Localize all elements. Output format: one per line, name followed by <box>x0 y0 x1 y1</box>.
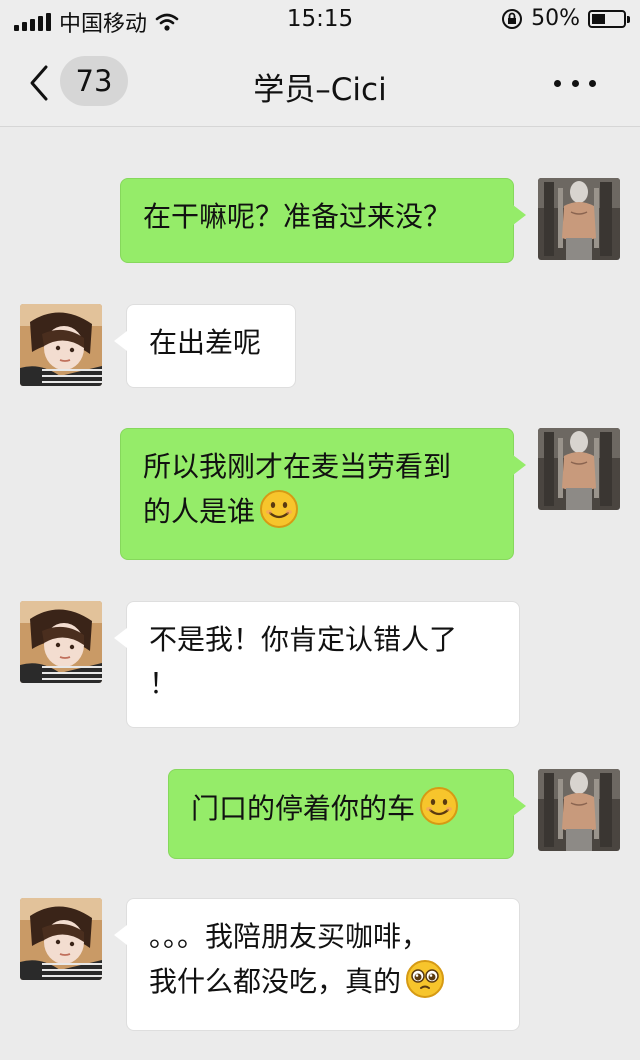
avatar-self[interactable] <box>538 428 620 510</box>
more-options-button[interactable] <box>554 68 596 98</box>
smile-emoji-icon <box>259 489 299 529</box>
message-bubble[interactable]: 门口的停着你的车 <box>168 769 526 859</box>
smile-emoji-icon <box>419 786 459 826</box>
status-right: 50% <box>501 6 630 31</box>
message-text: 门口的停着你的车 <box>191 792 416 825</box>
avatar-image <box>538 178 620 260</box>
message-bubble[interactable]: 在出差呢 <box>114 304 296 388</box>
message-text: 在干嘛呢？准备过来没？ <box>143 200 452 233</box>
message-bubble[interactable]: 。。。我陪朋友买咖啡， 我什么都没吃，真的 <box>114 898 520 1031</box>
message-list[interactable]: 在干嘛呢？准备过来没？ 在出差呢 所以我刚才在麦当劳看到 的人是谁 不是我！你肯… <box>0 127 640 1060</box>
avatar-image <box>538 769 620 851</box>
avatar-image <box>538 428 620 510</box>
message-text-line: ！ <box>149 667 178 700</box>
more-dot-icon <box>554 79 561 87</box>
avatar-image <box>20 601 102 683</box>
message-text: 的人是谁 <box>143 495 256 528</box>
unread-count-badge[interactable]: 73 <box>60 56 128 106</box>
avatar-contact[interactable] <box>20 304 102 386</box>
chat-header: 73 学员–Cici <box>0 40 640 127</box>
battery-percent: 50% <box>531 6 580 31</box>
status-bar: 中国移动 15:15 50% <box>0 0 640 40</box>
back-button[interactable] <box>28 63 58 103</box>
battery-fill <box>592 13 605 24</box>
more-dot-icon <box>571 79 579 87</box>
message-text-line: 的人是谁 <box>143 489 491 534</box>
message-bubble[interactable]: 所以我刚才在麦当劳看到 的人是谁 <box>120 428 526 560</box>
message-text-line: 所以我刚才在麦当劳看到 <box>143 450 452 483</box>
message-bubble[interactable]: 在干嘛呢？准备过来没？ <box>120 178 526 263</box>
avatar-contact[interactable] <box>20 601 102 683</box>
avatar-contact[interactable] <box>20 898 102 980</box>
message-text-line: 。。。我陪朋友买咖啡， <box>149 920 430 953</box>
message-text: 我什么都没吃，真的 <box>149 965 402 998</box>
avatar-self[interactable] <box>538 178 620 260</box>
chevron-left-icon <box>30 65 48 101</box>
message-text-line: 我什么都没吃，真的 <box>149 959 497 1004</box>
message-text-line: 不是我！你肯定认错人了 <box>149 623 458 656</box>
battery-icon <box>588 9 630 28</box>
rotation-lock-icon <box>502 8 523 29</box>
message-text: 在出差呢 <box>149 326 262 359</box>
pleading-emoji-icon <box>405 959 445 999</box>
avatar-self[interactable] <box>538 769 620 851</box>
more-dot-icon <box>589 79 596 87</box>
message-bubble[interactable]: 不是我！你肯定认错人了 ！ <box>114 601 520 728</box>
avatar-image <box>20 304 102 386</box>
avatar-image <box>20 898 102 980</box>
